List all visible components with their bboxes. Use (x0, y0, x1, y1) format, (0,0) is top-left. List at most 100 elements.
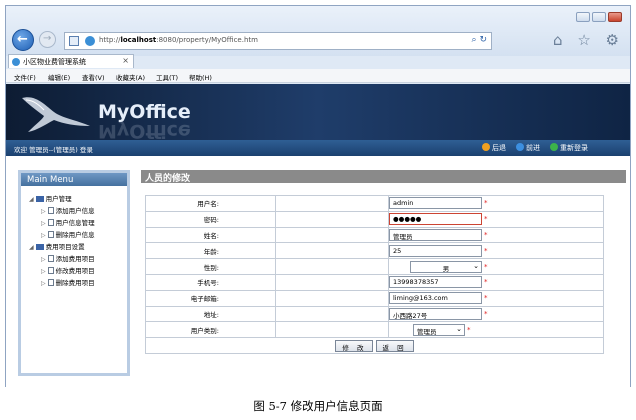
refresh-icon[interactable]: ↻ (479, 35, 487, 45)
form-row-email: 电子邮箱: liming@163.com * (145, 289, 604, 307)
main-content: 人员的修改 用户名: admin * 密码: ●●●●● * 姓名: 管理员 * 年龄: 25… (141, 170, 626, 376)
sidebar-item-add-fee[interactable]: ▷ 添加费用项目 (41, 253, 95, 263)
document-icon (47, 231, 54, 238)
address-label: 地址: (145, 305, 276, 323)
sidebar-item-manage-users[interactable]: ▷ 用户信息管理 (41, 217, 95, 227)
banner-title-reflection: MyOffice (98, 120, 191, 142)
relogin-link-icon (550, 143, 558, 151)
username-input[interactable]: admin (389, 197, 482, 210)
usertype-select[interactable]: 管理员 ⌄ (413, 323, 465, 336)
bird-logo-icon (22, 97, 90, 132)
menu-view[interactable]: 查看(V) (82, 72, 105, 82)
phone-input[interactable]: 13998378357 (389, 276, 482, 289)
usertype-label: 用户类别: (145, 321, 276, 339)
relogin-link-label: 重新登录 (560, 144, 588, 152)
collapse-arrow-icon: ◢ (29, 196, 34, 203)
document-icon (47, 219, 54, 226)
address-bar[interactable]: http://localhost:8080/property/MyOffice.… (64, 32, 492, 50)
name-input[interactable]: 管理员 (389, 228, 482, 241)
expand-arrow-icon: ▷ (41, 280, 46, 287)
document-icon (47, 267, 54, 274)
gender-select[interactable]: 男 ⌄ (410, 260, 482, 273)
back-button-form[interactable]: 返 回 (375, 339, 414, 352)
page-title: 人员的修改 (141, 170, 626, 184)
sidebar-menu: Main Menu ◢ 用户管理 ▷ 添加用户信息 ▷ 用户信息管理 ▷ 删除用户信息 … (18, 170, 130, 376)
form-row-address: 地址: 小西路27号 * (145, 305, 604, 323)
form-row-usertype: 用户类别: 管理员 ⌄ * (145, 321, 604, 339)
collapse-arrow-icon: ◢ (29, 244, 34, 251)
age-input[interactable]: 25 (389, 244, 482, 257)
browser-tab[interactable]: 小区物业费管理系统 × (8, 54, 134, 68)
sidebar-item-label: 删除费用项目 (55, 279, 95, 287)
back-button[interactable]: ← (12, 29, 34, 51)
forward-link[interactable]: 前进 (516, 143, 540, 153)
document-icon (47, 279, 54, 286)
back-arrow-icon: ← (17, 32, 28, 47)
search-icon[interactable]: ⌕ (472, 35, 477, 45)
email-label: 电子邮箱: (145, 289, 276, 307)
chevron-down-icon: ⌄ (473, 261, 479, 270)
forward-button[interactable]: → (39, 31, 56, 48)
menu-tools[interactable]: 工具(T) (156, 72, 178, 82)
required-mark: * (484, 262, 488, 271)
page-icon (69, 36, 79, 46)
sidebar-item-label: 删除用户信息 (55, 231, 95, 239)
sidebar-item-label: 添加费用项目 (55, 255, 95, 263)
tree-group-fee-settings[interactable]: ◢ 费用项目设置 (29, 241, 85, 251)
form-row-actions: 修 改 返 回 (145, 337, 604, 354)
usertype-select-value: 管理员 (417, 327, 437, 336)
expand-arrow-icon: ▷ (41, 208, 46, 215)
username-label: 用户名: (145, 195, 276, 212)
menu-file[interactable]: 文件(F) (14, 72, 36, 82)
relogin-link[interactable]: 重新登录 (550, 143, 588, 153)
required-mark: * (484, 309, 488, 318)
address-input[interactable]: 小西路27号 (389, 307, 482, 320)
back-link[interactable]: 后退 (482, 143, 506, 153)
form-row-gender: 性别: 男 ⌄ * (145, 258, 604, 275)
tab-close-icon[interactable]: × (122, 56, 129, 65)
forward-link-icon (516, 143, 524, 151)
password-label: 密码: (145, 210, 276, 228)
sidebar-item-label: 修改费用项目 (55, 267, 95, 275)
web-page: MyOffice MyOffice 欢迎 管理员--(管理员) 登录 后退 前进… (6, 84, 630, 387)
sidebar-item-label: 用户信息管理 (55, 219, 95, 227)
required-mark: * (467, 325, 471, 334)
expand-arrow-icon: ▷ (41, 232, 46, 239)
required-mark: * (484, 278, 488, 287)
url-prefix: http:// (99, 36, 121, 44)
menu-favorites[interactable]: 收藏夹(A) (116, 72, 145, 82)
menu-help[interactable]: 帮助(H) (189, 72, 212, 82)
expand-arrow-icon: ▷ (41, 268, 46, 275)
browser-titlebar: ← → http://localhost:8080/property/MyOff… (6, 6, 630, 68)
address-url: http://localhost:8080/property/MyOffice.… (99, 36, 258, 44)
required-mark: * (484, 230, 488, 239)
sidebar-item-delete-user[interactable]: ▷ 删除用户信息 (41, 229, 95, 239)
form-row-phone: 手机号: 13998378357 * (145, 273, 604, 291)
close-window-button[interactable] (608, 12, 622, 22)
minimize-button[interactable] (576, 12, 590, 22)
figure-caption: 图 5-7 修改用户信息页面 (253, 399, 383, 413)
sidebar-item-label: 添加用户信息 (55, 207, 95, 215)
email-input[interactable]: liming@163.com (389, 292, 482, 305)
modify-button[interactable]: 修 改 (335, 339, 374, 352)
document-icon (47, 255, 54, 262)
tree-group-user-management[interactable]: ◢ 用户管理 (29, 193, 72, 203)
menu-edit[interactable]: 编辑(E) (48, 72, 70, 82)
password-input[interactable]: ●●●●● (389, 213, 482, 226)
form-row-username: 用户名: admin * (145, 195, 604, 212)
ie-logo-icon (85, 36, 95, 46)
maximize-button[interactable] (592, 12, 606, 22)
address-tools: ⌕ ↻ (472, 35, 487, 45)
expand-arrow-icon: ▷ (41, 256, 46, 263)
sidebar-item-delete-fee[interactable]: ▷ 删除费用项目 (41, 277, 95, 287)
folder-icon (35, 244, 44, 250)
forward-arrow-icon: → (43, 33, 52, 44)
sidebar-item-add-user[interactable]: ▷ 添加用户信息 (41, 205, 95, 215)
required-mark: * (484, 199, 488, 208)
tab-favicon-icon (12, 58, 20, 66)
toolbar-icons[interactable]: ⌂ ☆ ⚙ (553, 31, 624, 49)
sidebar-item-modify-fee[interactable]: ▷ 修改费用项目 (41, 265, 95, 275)
menu-bar: 文件(F) 编辑(E) 查看(V) 收藏夹(A) 工具(T) 帮助(H) (6, 69, 630, 83)
sidebar-title: Main Menu (21, 173, 127, 186)
required-mark: * (484, 246, 488, 255)
